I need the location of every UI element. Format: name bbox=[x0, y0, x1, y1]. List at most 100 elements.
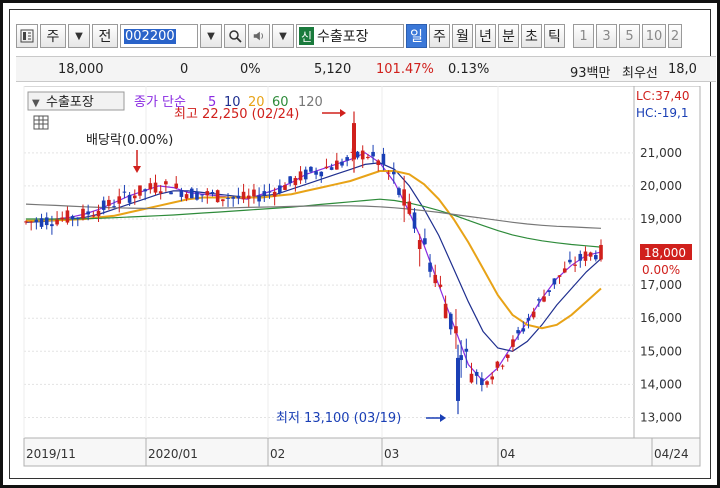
candle-body bbox=[324, 166, 329, 169]
period-week-label: 주 bbox=[433, 29, 446, 45]
candle-body bbox=[355, 151, 360, 158]
y-tick-label: 17,000 bbox=[640, 278, 682, 292]
candle-body bbox=[505, 354, 510, 358]
search-icon[interactable] bbox=[224, 24, 246, 48]
period-year[interactable]: 년 bbox=[475, 24, 496, 48]
candle-body bbox=[417, 240, 422, 249]
y-tick-label: 21,000 bbox=[640, 146, 682, 160]
interval-5[interactable]: 5 bbox=[619, 24, 640, 48]
candle-body bbox=[189, 188, 194, 199]
candle-body bbox=[164, 181, 168, 185]
y-axis-ticks: 21,000 20,000 19,000 17,000 16,000 15,000 14,0… bbox=[640, 146, 682, 425]
candle-body bbox=[433, 274, 438, 284]
x-tick-label: 04/24 bbox=[654, 447, 689, 461]
market-dropdown-icon[interactable]: ▼ bbox=[68, 24, 90, 48]
candle-body bbox=[267, 191, 272, 193]
candle-body bbox=[531, 311, 536, 318]
candle-body bbox=[402, 189, 406, 206]
candle-body bbox=[179, 190, 184, 197]
interval-1[interactable]: 1 bbox=[573, 24, 594, 48]
candle-body bbox=[241, 191, 246, 200]
quote-best-bid: 18,0 bbox=[668, 62, 697, 77]
candle-body bbox=[50, 224, 54, 227]
stock-code-value: 002200 bbox=[124, 28, 176, 44]
candle-body bbox=[132, 195, 137, 199]
candle-body bbox=[552, 278, 557, 285]
candle-body bbox=[397, 188, 401, 195]
candle-body bbox=[547, 290, 551, 292]
candle-body bbox=[39, 218, 44, 227]
candle-body bbox=[96, 210, 101, 217]
candle-body bbox=[391, 171, 396, 175]
candle-body bbox=[423, 238, 427, 245]
candle-body bbox=[200, 194, 204, 196]
jeon-label: 전 bbox=[98, 29, 112, 45]
period-second[interactable]: 초 bbox=[521, 24, 542, 48]
lc-label: LC:37,40 bbox=[636, 89, 689, 103]
candle-body bbox=[112, 206, 116, 208]
candle-body bbox=[448, 313, 453, 330]
stock-name: 수출포장 bbox=[317, 29, 369, 45]
candle-body bbox=[81, 208, 85, 219]
period-minute[interactable]: 분 bbox=[498, 24, 519, 48]
low-candle-body bbox=[456, 357, 460, 401]
interval-10[interactable]: 10 bbox=[642, 24, 666, 48]
data-table-icon[interactable] bbox=[33, 115, 49, 130]
candle-body bbox=[65, 210, 70, 223]
candle-body bbox=[262, 191, 267, 196]
period-tick[interactable]: 틱 bbox=[544, 24, 565, 48]
quote-amount: 93백만 bbox=[570, 66, 611, 81]
candle-body bbox=[557, 275, 562, 277]
candle-body bbox=[148, 183, 153, 190]
candle-body bbox=[345, 157, 349, 161]
code-dropdown-icon[interactable]: ▼ bbox=[200, 24, 222, 48]
candle-body bbox=[174, 183, 179, 188]
speaker-dropdown-icon[interactable]: ▼ bbox=[272, 24, 294, 48]
price-chart[interactable]: ▼ 수출포장 종가 단순 5 10 20 60 120 최고 22,250 (0… bbox=[16, 85, 720, 468]
stock-name-box[interactable]: 신 수출포장 bbox=[296, 24, 404, 48]
speaker-icon[interactable] bbox=[248, 24, 270, 48]
period-minute-label: 분 bbox=[502, 29, 515, 45]
candle-body bbox=[573, 264, 577, 266]
candle-body bbox=[158, 191, 163, 194]
candle-body bbox=[381, 153, 386, 165]
candle-body bbox=[76, 217, 80, 219]
legend-dropdown-icon[interactable]: ▼ bbox=[32, 98, 40, 109]
candle-body bbox=[70, 216, 75, 220]
period-second-label: 초 bbox=[525, 29, 538, 45]
candle-body bbox=[60, 217, 65, 220]
period-week[interactable]: 주 bbox=[429, 24, 450, 48]
candle-body bbox=[283, 185, 287, 190]
jeon-button[interactable]: 전 bbox=[92, 24, 118, 48]
candle-body bbox=[226, 197, 230, 199]
candle-body bbox=[205, 191, 210, 196]
chart-layout-icon[interactable] bbox=[16, 24, 38, 48]
quote-volume-ratio: 101.47% bbox=[376, 62, 434, 77]
candle-body bbox=[215, 190, 220, 203]
candle-body bbox=[117, 196, 122, 204]
candle-body bbox=[309, 166, 313, 172]
interval-3[interactable]: 3 bbox=[596, 24, 617, 48]
stock-code-input[interactable]: 002200 bbox=[120, 24, 198, 48]
period-day[interactable]: 일 bbox=[406, 24, 427, 48]
chart-area[interactable]: ▼ 수출포장 종가 단순 5 10 20 60 120 최고 22,250 (0… bbox=[16, 85, 720, 468]
candle-body bbox=[335, 160, 339, 170]
candle-body bbox=[407, 201, 412, 214]
candle-body bbox=[293, 178, 298, 186]
candle-body bbox=[583, 251, 588, 261]
candle-body bbox=[360, 150, 365, 160]
candle-body bbox=[329, 167, 334, 170]
candle-body bbox=[511, 339, 515, 347]
current-price-label: 18,000 bbox=[644, 246, 686, 260]
interval-2[interactable]: 2 bbox=[668, 24, 682, 48]
market-select[interactable]: 주 bbox=[40, 24, 66, 48]
candle-body bbox=[376, 160, 381, 166]
interval-3-label: 3 bbox=[602, 28, 611, 44]
candle-body bbox=[537, 299, 541, 301]
candle-body bbox=[526, 317, 531, 321]
toolbar: 주 ▼ 전 002200 ▼ ▼ 신 수출포장 일 주 월 년 분 초 틱 1 … bbox=[16, 22, 682, 50]
candle-body bbox=[542, 296, 546, 302]
x-tick-label: 02 bbox=[270, 447, 285, 461]
candle-body bbox=[44, 217, 49, 226]
period-month[interactable]: 월 bbox=[452, 24, 473, 48]
